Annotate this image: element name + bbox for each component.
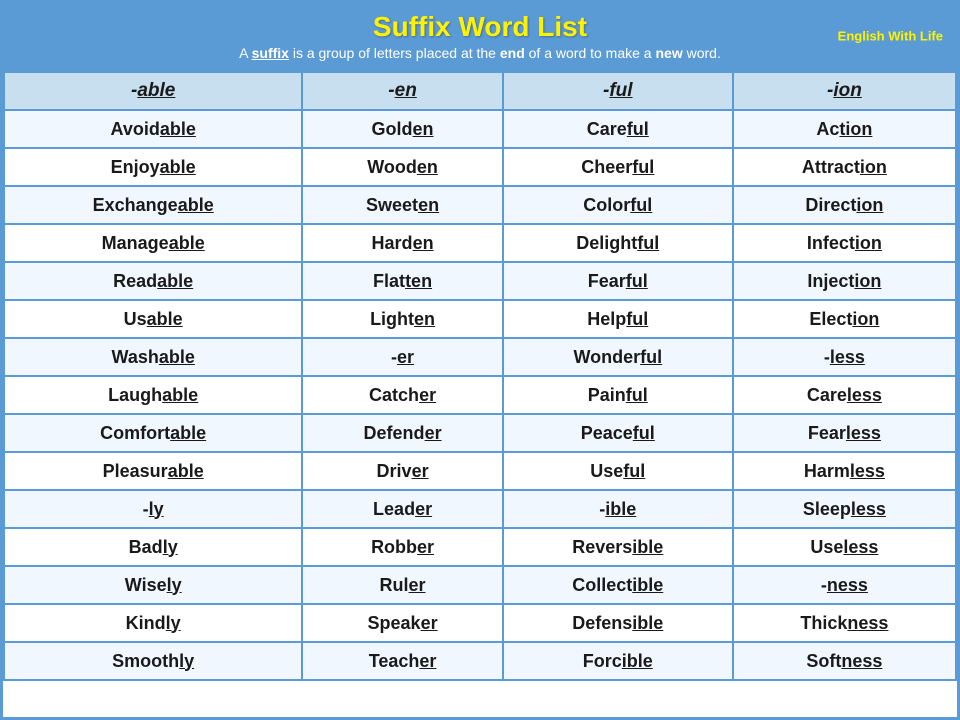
table-row: Comfortable Defender Peaceful Fearless [4, 414, 956, 452]
cell: Usable [4, 300, 302, 338]
cell: Kindly [4, 604, 302, 642]
sub-header-ly: -ly [4, 490, 302, 528]
suffix-table: -able -en -ful -ion Avoidable Golden Car… [3, 71, 957, 681]
cell: Speaker [302, 604, 502, 642]
cell: Flatten [302, 262, 502, 300]
cell: Robber [302, 528, 502, 566]
page-title: Suffix Word List [19, 11, 941, 43]
cell: Infection [733, 224, 956, 262]
cell: Election [733, 300, 956, 338]
cell: Exchangeable [4, 186, 302, 224]
cell: Sweeten [302, 186, 502, 224]
cell: Colorful [503, 186, 733, 224]
cell: Ruler [302, 566, 502, 604]
cell: Leader [302, 490, 502, 528]
cell: Defender [302, 414, 502, 452]
cell: Smoothly [4, 642, 302, 680]
cell: Catcher [302, 376, 502, 414]
subtitle-mid: is a group of letters placed at the [289, 45, 500, 61]
cell: Peaceful [503, 414, 733, 452]
cell: Careful [503, 110, 733, 148]
new-word: new [655, 45, 682, 61]
cell: Reversible [503, 528, 733, 566]
table-row: Readable Flatten Fearful Injection [4, 262, 956, 300]
header-ion: -ion [733, 72, 956, 110]
cell: Wisely [4, 566, 302, 604]
table-row: Laughable Catcher Painful Careless [4, 376, 956, 414]
brand: English With Life [838, 29, 943, 46]
cell: Fearful [503, 262, 733, 300]
end-word: end [500, 45, 525, 61]
cell: Wonderful [503, 338, 733, 376]
cell: Defensible [503, 604, 733, 642]
main-container: Suffix Word List A suffix is a group of … [0, 0, 960, 720]
header-subtitle: A suffix is a group of letters placed at… [19, 45, 941, 61]
cell: Harden [302, 224, 502, 262]
cell: Careless [733, 376, 956, 414]
cell: Driver [302, 452, 502, 490]
cell: Delightful [503, 224, 733, 262]
cell: Manageable [4, 224, 302, 262]
cell: Direction [733, 186, 956, 224]
cell: Painful [503, 376, 733, 414]
cell: Thickness [733, 604, 956, 642]
header-able: -able [4, 72, 302, 110]
table-row: Exchangeable Sweeten Colorful Direction [4, 186, 956, 224]
table-row: Wisely Ruler Collectible -ness [4, 566, 956, 604]
table-row: Pleasurable Driver Useful Harmless [4, 452, 956, 490]
cell: Attraction [733, 148, 956, 186]
cell: Harmless [733, 452, 956, 490]
table-row: Usable Lighten Helpful Election [4, 300, 956, 338]
cell: Forcible [503, 642, 733, 680]
cell: Cheerful [503, 148, 733, 186]
sub-header-er: -er [302, 338, 502, 376]
cell: Badly [4, 528, 302, 566]
header: Suffix Word List A suffix is a group of … [3, 3, 957, 71]
suffix-word: suffix [252, 45, 289, 61]
subtitle-post: word. [683, 45, 721, 61]
cell: Fearless [733, 414, 956, 452]
cell: Golden [302, 110, 502, 148]
cell: Useless [733, 528, 956, 566]
table-row: -ly Leader -ible Sleepless [4, 490, 956, 528]
sub-header-ible: -ible [503, 490, 733, 528]
header-ful: -ful [503, 72, 733, 110]
sub-header-ness: -ness [733, 566, 956, 604]
table-row: Smoothly Teacher Forcible Softness [4, 642, 956, 680]
cell: Washable [4, 338, 302, 376]
cell: Lighten [302, 300, 502, 338]
cell: Helpful [503, 300, 733, 338]
subtitle-pre: A [239, 45, 251, 61]
column-headers: -able -en -ful -ion [4, 72, 956, 110]
table-row: Kindly Speaker Defensible Thickness [4, 604, 956, 642]
cell: Injection [733, 262, 956, 300]
table-row: Washable -er Wonderful -less [4, 338, 956, 376]
cell: Useful [503, 452, 733, 490]
subtitle-mid2: of a word to make a [525, 45, 656, 61]
table-row: Manageable Harden Delightful Infection [4, 224, 956, 262]
table-row: Enjoyable Wooden Cheerful Attraction [4, 148, 956, 186]
cell: Teacher [302, 642, 502, 680]
cell: Avoidable [4, 110, 302, 148]
cell: Readable [4, 262, 302, 300]
header-en: -en [302, 72, 502, 110]
cell: Softness [733, 642, 956, 680]
table-row: Badly Robber Reversible Useless [4, 528, 956, 566]
cell: Wooden [302, 148, 502, 186]
cell: Pleasurable [4, 452, 302, 490]
cell: Laughable [4, 376, 302, 414]
cell: Sleepless [733, 490, 956, 528]
sub-header-less: -less [733, 338, 956, 376]
cell: Comfortable [4, 414, 302, 452]
cell: Action [733, 110, 956, 148]
table-row: Avoidable Golden Careful Action [4, 110, 956, 148]
cell: Enjoyable [4, 148, 302, 186]
cell: Collectible [503, 566, 733, 604]
table-wrapper: -able -en -ful -ion Avoidable Golden Car… [3, 71, 957, 681]
